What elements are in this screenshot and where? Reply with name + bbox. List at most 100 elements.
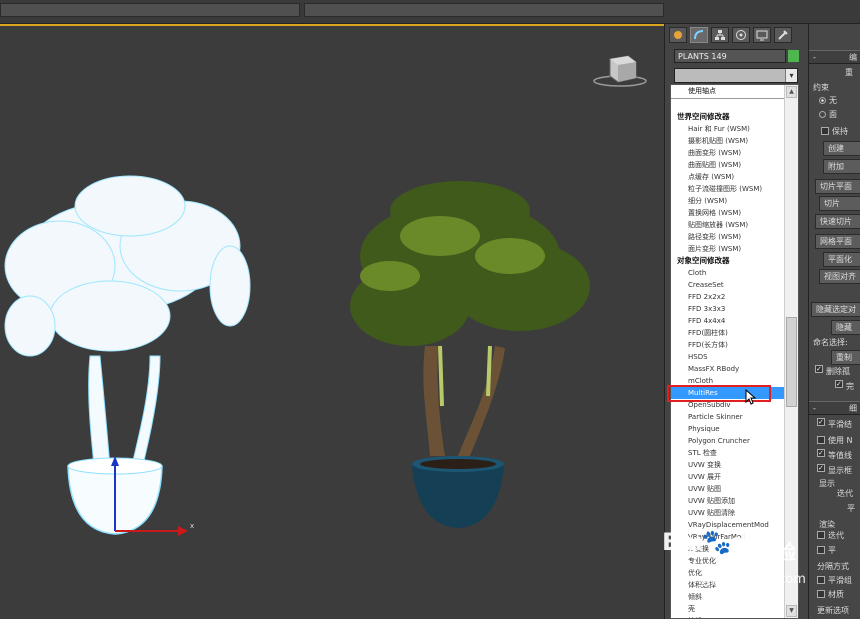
modifier-list-item[interactable]: UVW 贴图添加 <box>671 495 784 507</box>
scroll-down-icon[interactable]: ▼ <box>786 605 797 617</box>
modifier-list-item[interactable]: OpenSubdiv <box>671 399 784 411</box>
axis-x-label: x <box>190 522 194 530</box>
delete-isolated-checkbox[interactable]: 删除孤 <box>815 365 850 379</box>
separate-by-label: 分隔方式 <box>817 562 849 571</box>
attach-button[interactable]: 附加 <box>823 159 860 174</box>
modifier-list-item[interactable]: STL 检查 <box>671 447 784 459</box>
iterations-label: 迭代 <box>837 489 853 498</box>
hierarchy-icon <box>715 30 725 40</box>
mouse-cursor-icon <box>745 389 757 405</box>
modifier-list-item[interactable]: Polygon Cruncher <box>671 435 784 447</box>
slice-plane-button[interactable]: 切片平面 <box>815 179 860 194</box>
create-tab[interactable] <box>669 27 687 43</box>
modifier-list-item[interactable]: UVW 展开 <box>671 471 784 483</box>
modifier-list-dropdown[interactable]: ▾ <box>674 68 798 83</box>
keep-checkbox[interactable]: 保持 <box>821 125 848 139</box>
hide-button[interactable]: 隐藏 <box>831 320 860 335</box>
edit-poly-rollout-panel: -编 重 约束 无 面 保持 创建 附加 切片平面 切片 快速切片 网格平面 平… <box>808 24 860 619</box>
modifier-list-item[interactable]: X 变换 <box>671 543 784 555</box>
perspective-viewport[interactable]: x <box>0 24 664 619</box>
modifier-list-item[interactable]: FFD 3x3x3 <box>671 303 784 315</box>
grid-align-button[interactable]: 网格平面 <box>815 234 860 249</box>
modifier-list-item[interactable]: Physique <box>671 423 784 435</box>
quick-slice-button[interactable]: 快速切片 <box>815 214 860 229</box>
modifier-list-item[interactable]: FFD(长方体) <box>671 339 784 351</box>
object-color-swatch[interactable] <box>788 50 799 62</box>
scroll-up-icon[interactable]: ▲ <box>786 86 797 98</box>
modifier-list-item[interactable]: 曲面变形 (WSM) <box>671 147 784 159</box>
modifier-list-item[interactable]: VRayDisplacementMod <box>671 519 784 531</box>
constraint-label: 约束 <box>813 83 829 92</box>
modifier-list-item[interactable]: 置换网格 (WSM) <box>671 207 784 219</box>
hide-selected-button[interactable]: 隐藏选定对 <box>811 302 860 317</box>
modifier-list-item[interactable]: 专业优化 <box>671 555 784 567</box>
modifier-list-item[interactable]: 倾斜 <box>671 591 784 603</box>
use-pivot-option[interactable]: 使用轴点 <box>671 85 784 99</box>
isoline-display-checkbox[interactable]: 等值线 <box>817 449 852 463</box>
viewcube-icon[interactable] <box>593 55 647 87</box>
modifier-list-item[interactable]: FFD 2x2x2 <box>671 291 784 303</box>
rollout-subdivision[interactable]: -细 <box>809 401 860 415</box>
show-cage-checkbox[interactable]: 显示框 <box>817 464 852 478</box>
use-nurms-checkbox[interactable]: 使用 N <box>817 434 853 448</box>
utilities-icon <box>778 30 788 40</box>
modifier-list-item[interactable]: 面片变形 (WSM) <box>671 243 784 255</box>
motion-icon <box>736 30 746 40</box>
modifier-list-item[interactable]: 体积选择 <box>671 579 784 591</box>
modifier-list-item[interactable]: 细分 (WSM) <box>671 195 784 207</box>
hierarchy-tab[interactable] <box>711 27 729 43</box>
potted-plant-model[interactable] <box>350 181 590 528</box>
display-icon <box>756 30 768 41</box>
modifier-list-item[interactable]: UVW 变换 <box>671 459 784 471</box>
modifier-list-item[interactable]: 摄影机贴图 (WSM) <box>671 135 784 147</box>
render-smoothness-checkbox[interactable]: 平 <box>817 544 836 558</box>
smooth-result-checkbox[interactable]: 平滑结 <box>817 418 852 432</box>
modifier-list-item[interactable]: 粒子流碰撞图形 (WSM) <box>671 183 784 195</box>
motion-tab[interactable] <box>732 27 750 43</box>
slice-button[interactable]: 切片 <box>819 196 860 211</box>
rollout-edit-geometry[interactable]: -编 <box>809 50 860 64</box>
utilities-tab[interactable] <box>774 27 792 43</box>
selected-plant-model[interactable]: x <box>4 175 251 536</box>
modifier-list-item[interactable]: HSDS <box>671 351 784 363</box>
dropdown-scrollbar[interactable]: ▲ ▼ <box>784 85 798 618</box>
modifier-list-item[interactable]: Cloth <box>671 267 784 279</box>
full-interactivity-checkbox[interactable]: 完 <box>835 380 854 394</box>
reset-button[interactable]: 重制 <box>831 350 860 365</box>
modifier-list-item[interactable]: 编辑 <box>671 615 784 618</box>
modifier-list-item[interactable]: 壳 <box>671 603 784 615</box>
chevron-down-icon[interactable]: ▾ <box>785 69 797 82</box>
modifier-list-item[interactable]: Particle Skinner <box>671 411 784 423</box>
scrollbar-thumb[interactable] <box>786 317 797 407</box>
display-tab[interactable] <box>753 27 771 43</box>
modifier-list-item[interactable]: VRayHairFarMod <box>671 531 784 543</box>
radio-none[interactable]: 无 <box>819 94 837 108</box>
world-space-modifiers-header: 世界空间修改器 <box>677 112 730 121</box>
modifier-item-multires[interactable]: MultiRes <box>671 387 784 399</box>
modifier-dropdown-list[interactable]: 使用轴点 世界空间修改器 Hair 和 Fur (WSM) 摄影机贴图 (WSM) 曲… <box>670 84 799 619</box>
modifier-list-item[interactable]: 点缓存 (WSM) <box>671 171 784 183</box>
modifier-list-item[interactable]: FFD 4x4x4 <box>671 315 784 327</box>
radio-face[interactable]: 面 <box>819 108 837 122</box>
modifier-list-item[interactable]: MassFX RBody <box>671 363 784 375</box>
planar-button[interactable]: 平面化 <box>823 252 860 267</box>
modifier-list-item[interactable]: mCloth <box>671 375 784 387</box>
view-align-button[interactable]: 视图对齐 <box>819 269 860 284</box>
modify-icon <box>694 30 704 40</box>
modifier-list-item[interactable]: UVW 贴图清除 <box>671 507 784 519</box>
smoothing-groups-checkbox[interactable]: 平滑组 <box>817 574 852 588</box>
modifier-list-item[interactable]: CreaseSet <box>671 279 784 291</box>
modifier-list-item[interactable]: 路径变形 (WSM) <box>671 231 784 243</box>
materials-checkbox[interactable]: 材质 <box>817 588 844 602</box>
modifier-list-item[interactable]: UVW 贴图 <box>671 483 784 495</box>
modifier-list-item[interactable]: Hair 和 Fur (WSM) <box>671 123 784 135</box>
render-iterations-checkbox[interactable]: 迭代 <box>817 529 844 543</box>
modifier-list-item[interactable]: 优化 <box>671 567 784 579</box>
create-button[interactable]: 创建 <box>823 141 860 156</box>
heavy-label: 重 <box>845 68 853 77</box>
modifier-list-item[interactable]: 贴图缩放器 (WSM) <box>671 219 784 231</box>
modifier-list-item[interactable]: FFD(圆柱体) <box>671 327 784 339</box>
modifier-list-item[interactable]: 曲面贴图 (WSM) <box>671 159 784 171</box>
object-name-field[interactable]: PLANTS 149 <box>674 49 786 63</box>
modify-tab[interactable] <box>690 27 708 43</box>
